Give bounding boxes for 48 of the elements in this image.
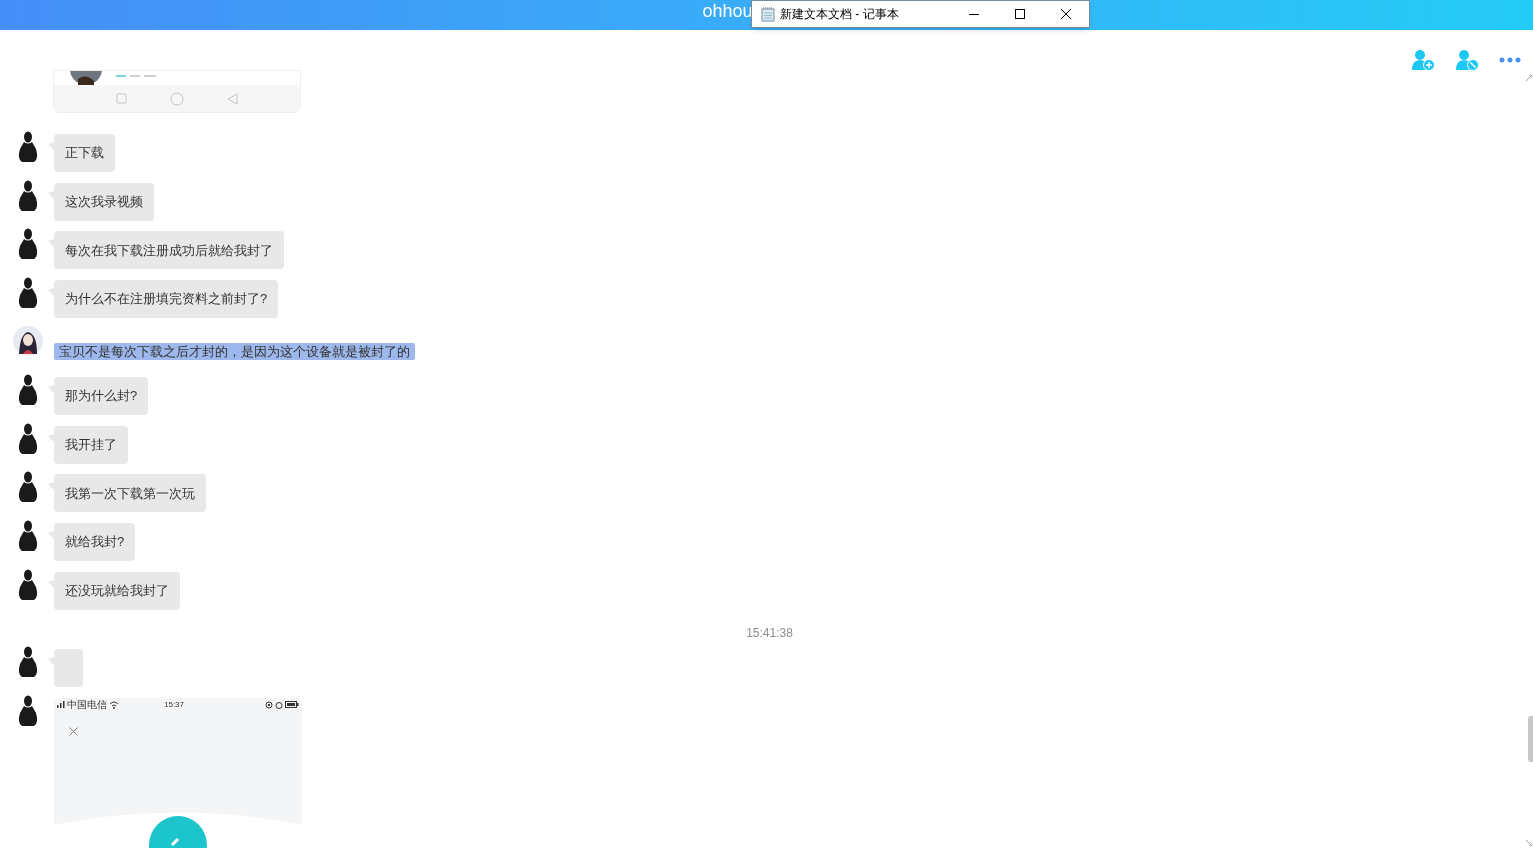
notepad-window[interactable]: 新建文本文档 - 记事本: [751, 0, 1090, 28]
notepad-icon: [761, 6, 775, 22]
notepad-title: 新建文本文档 - 记事本: [780, 6, 899, 23]
message-bubble: 正下载: [54, 134, 115, 173]
message-bubble: 还没玩就给我封了: [54, 571, 180, 610]
message-bubble: 每次在我下载注册成功后就给我封了: [54, 231, 284, 270]
clock-text: 15:37: [164, 698, 184, 711]
maximize-icon: [1015, 9, 1025, 19]
avatar-silhouette: [17, 422, 39, 455]
avatar-silhouette: [17, 179, 39, 212]
resize-arrow-icon: [1526, 840, 1532, 846]
lock-rotation-icon: [265, 700, 273, 709]
message-text: 宝贝不是每次下载之后才封的，是因为这个设备就是被封了的: [54, 342, 415, 360]
close-icon: [1061, 9, 1071, 19]
timestamp: 15:41:38: [746, 625, 793, 643]
message-bubble: 我开挂了: [54, 425, 128, 464]
message-bubble: 这次我录视频: [54, 182, 154, 221]
message-bubble: 就给我封?: [54, 522, 136, 561]
avatar-silhouette: [17, 646, 39, 679]
carrier-text: 中国电信: [67, 698, 107, 711]
scrollbar-thumb[interactable]: [1528, 716, 1533, 762]
close-icon: [69, 726, 78, 736]
square-icon: [115, 93, 127, 104]
wifi-icon: [109, 700, 119, 709]
avatar-silhouette: [17, 374, 39, 407]
avatar-silhouette: [17, 228, 39, 261]
message-bubble: 那为什么封?: [54, 377, 149, 416]
avatar: [13, 325, 43, 356]
alarm-icon: [275, 700, 283, 709]
image-message[interactable]: [53, 70, 301, 113]
image-message[interactable]: 中国电信 15:37: [54, 697, 302, 848]
circle-icon: [170, 91, 184, 106]
avatar-silhouette: [17, 519, 39, 552]
resize-arrow-icon: [1526, 75, 1532, 81]
avatar-silhouette: [17, 471, 39, 504]
block-user-icon[interactable]: [1455, 49, 1479, 71]
message-bubble: 为什么不在注册填完资料之前封了?: [54, 279, 279, 318]
avatar-silhouette: [17, 568, 39, 601]
message-bubble: 我第一次下载第一次玩: [54, 474, 206, 513]
triangle-icon: [227, 92, 239, 105]
avatar-silhouette: [17, 131, 39, 164]
battery-icon: [285, 701, 299, 709]
app-title: ohhou: [702, 0, 753, 23]
avatar-silhouette: [17, 694, 39, 727]
add-user-icon[interactable]: [1411, 49, 1435, 71]
signal-icon: [57, 701, 65, 709]
avatar-silhouette: [17, 276, 39, 309]
more-icon[interactable]: [1499, 57, 1521, 63]
